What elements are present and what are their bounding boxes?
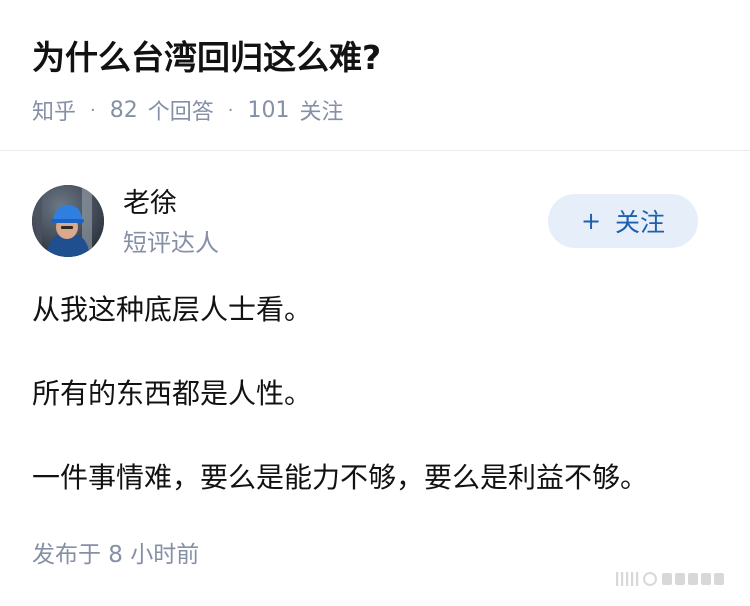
author-name[interactable]: 老徐 [123,184,177,224]
follow-button-label: 关注 [615,208,666,237]
follower-count: 101 [247,97,290,123]
avatar-photo [32,185,104,257]
question-header: 为什么台湾回归这么难? 知乎 · 82 个回答 · 101 关注 [0,0,750,151]
follower-count-label: 关注 [299,100,344,125]
plus-icon: + [580,207,602,235]
question-title[interactable]: 为什么台湾回归这么难? [32,34,381,82]
answer-paragraph: 所有的东西都是人性。 [32,377,313,410]
question-meta: 知乎 · 82 个回答 · 101 关注 [32,92,344,128]
author-avatar[interactable] [32,185,104,257]
answer-content: 从我这种底层人士看。 所有的东西都是人性。 一件事情难，要么是能力不够，要么是利… [32,290,722,498]
separator-dot: · [90,99,96,121]
answer-count: 82 [109,97,138,123]
separator-dot: · [227,99,234,121]
source-label[interactable]: 知乎 [32,94,76,126]
answer-count-label: 个回答 [147,100,214,125]
publish-time: 发布于 8 小时前 [32,542,200,568]
answer-paragraph: 从我这种底层人士看。 [32,293,313,326]
answer-paragraph: 一件事情难，要么是能力不够，要么是利益不够。 [32,461,649,494]
author-badge: 短评达人 [123,229,219,257]
follow-button[interactable]: + 关注 [548,194,698,248]
watermark-logo [616,572,724,586]
